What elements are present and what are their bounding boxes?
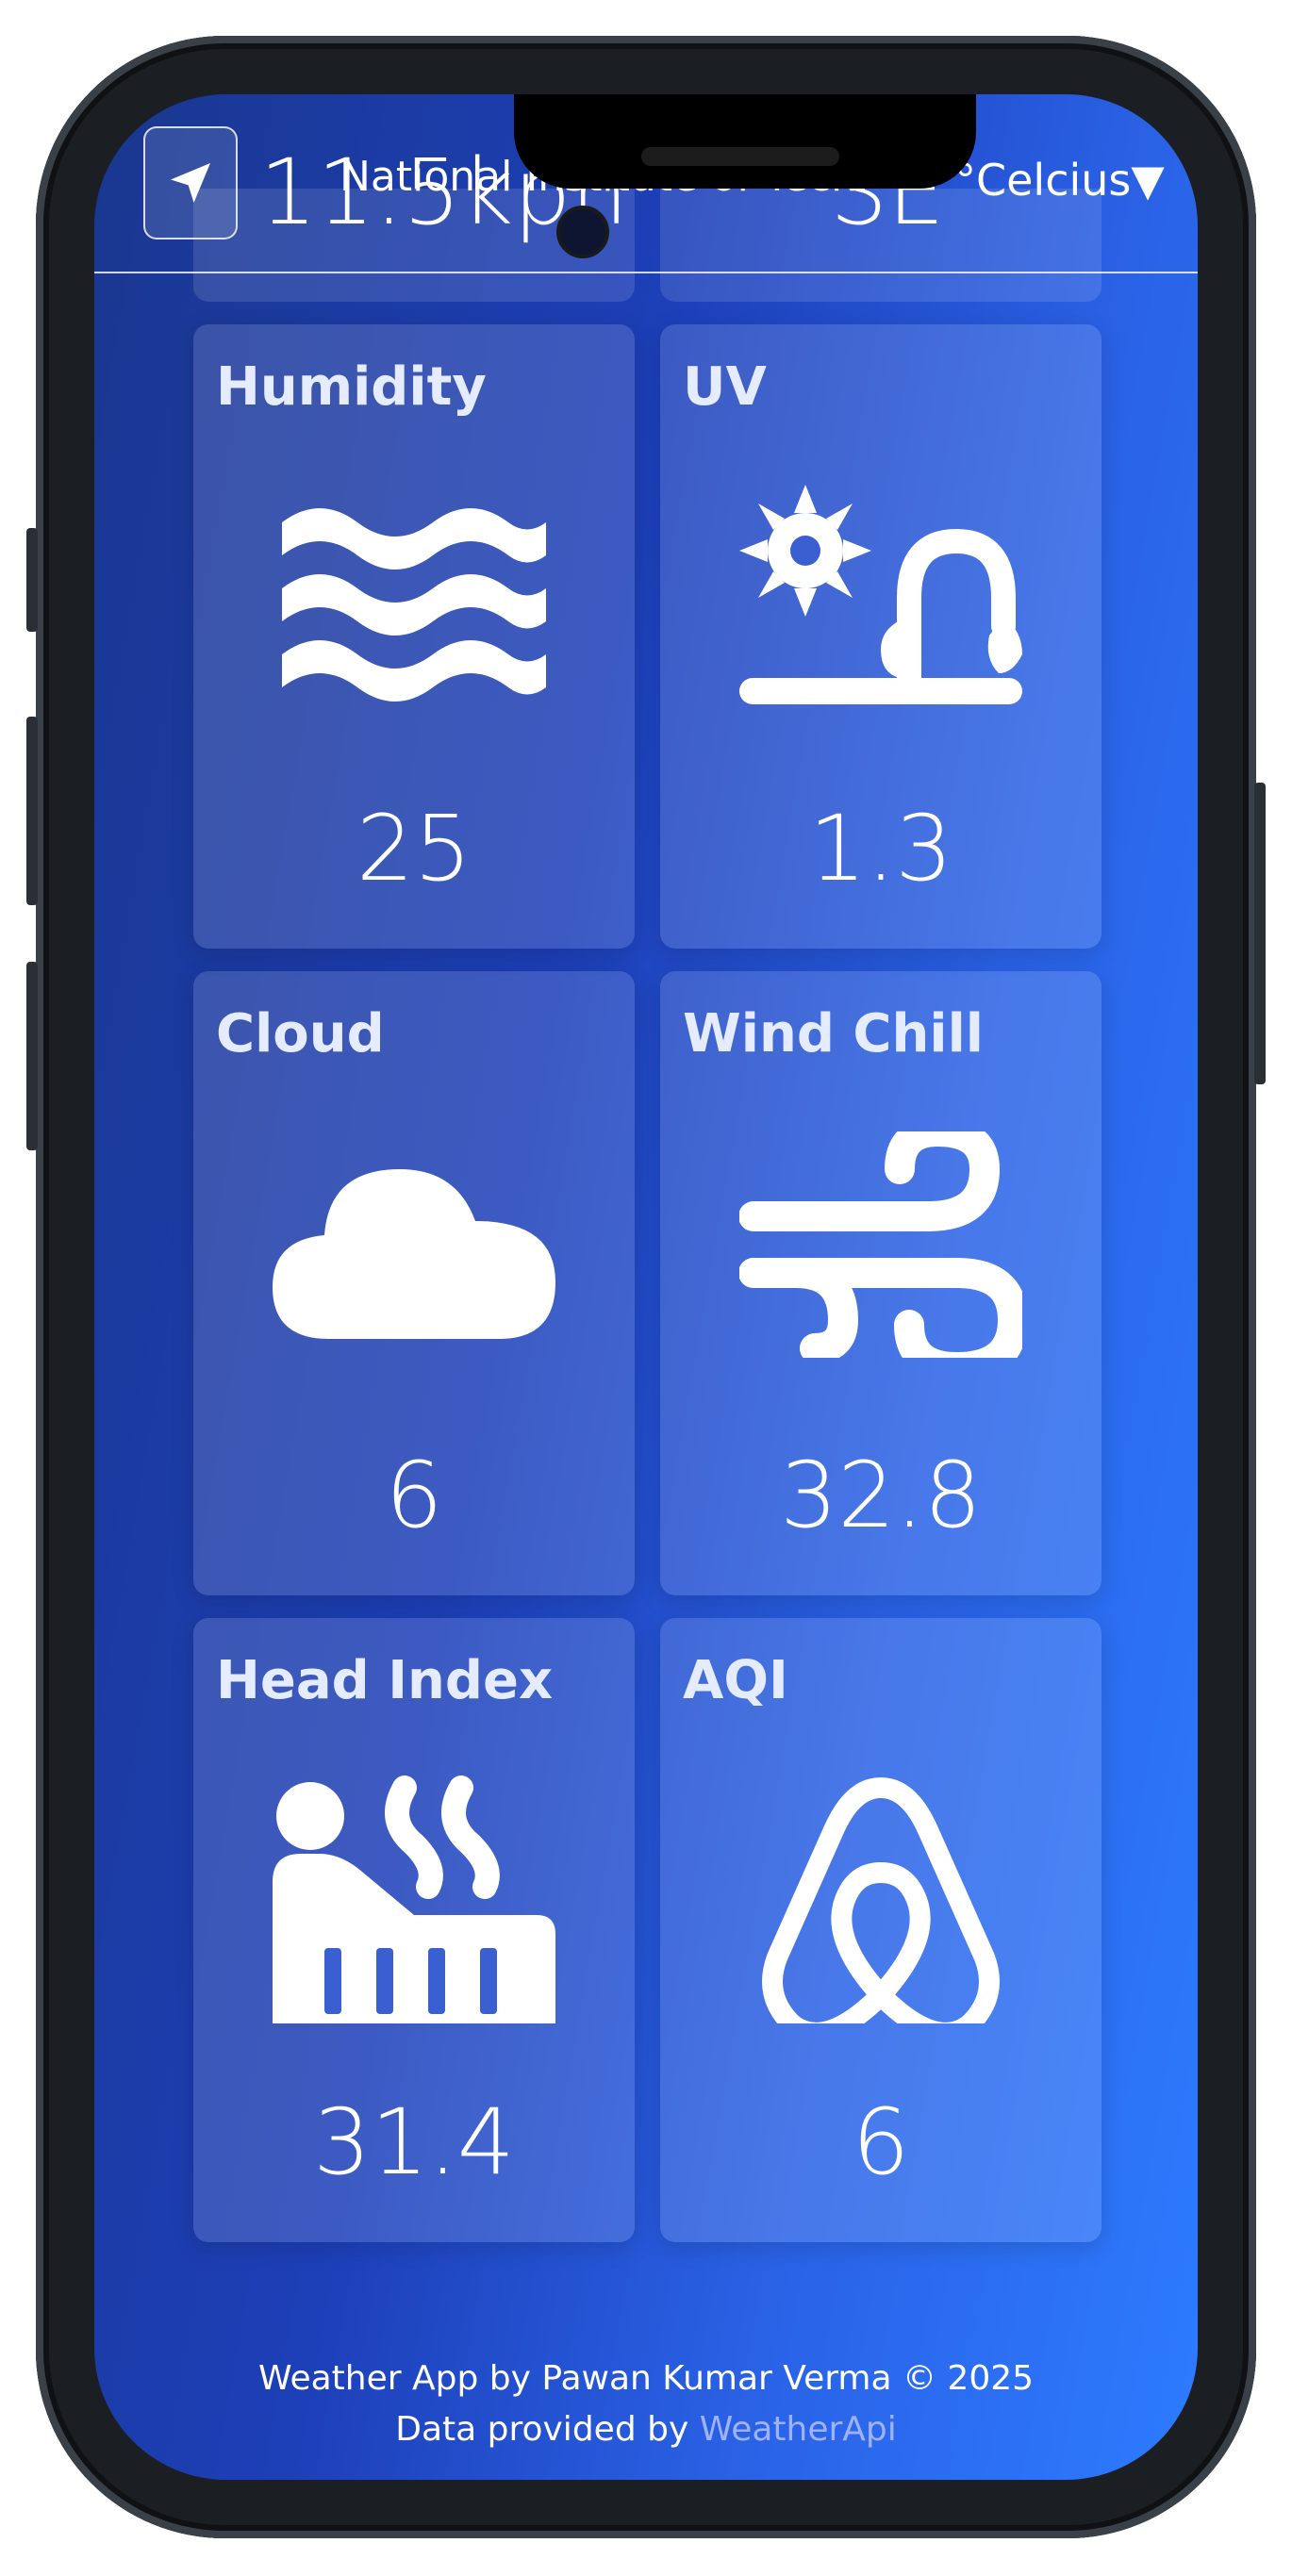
footer-data-prefix: Data provided by — [395, 2410, 700, 2449]
aqi-value: 6 — [852, 2089, 910, 2195]
footer-credit: Weather App by Pawan Kumar Verma © 2025 — [257, 2359, 1035, 2398]
cloud-icon — [273, 1169, 555, 1339]
aqi-card: AQI 6 — [660, 1618, 1102, 2242]
unit-select[interactable]: °Celcius▼ — [954, 155, 1165, 206]
front-camera — [556, 206, 609, 258]
card-title: Humidity — [216, 356, 487, 418]
sun-plant-icon — [739, 485, 1022, 704]
heat-index-value: 31.4 — [313, 2089, 515, 2195]
factory-heat-icon — [273, 1775, 555, 2023]
navigation-arrow-icon — [171, 163, 210, 203]
humidity-value: 25 — [356, 796, 472, 901]
card-title: UV — [683, 356, 767, 418]
app-screen: 11.5kph SE National Institute of Techr °… — [94, 94, 1198, 2480]
card-title: Cloud — [216, 1003, 385, 1065]
volume-up-button — [26, 717, 38, 905]
speaker — [641, 147, 839, 166]
cloud-value: 6 — [385, 1443, 443, 1548]
footer-data-source: Data provided by WeatherApi — [94, 2410, 1198, 2449]
card-title: AQI — [683, 1650, 788, 1711]
power-button — [1254, 783, 1266, 1084]
weatherapi-link[interactable]: WeatherApi — [700, 2410, 897, 2449]
silent-switch — [26, 528, 38, 632]
cloud-card: Cloud 6 — [193, 971, 635, 1595]
wind-chill-value: 32.8 — [780, 1443, 982, 1548]
notch — [514, 94, 976, 189]
location-button[interactable] — [143, 126, 238, 239]
uv-card: UV 1.3 — [660, 324, 1102, 949]
card-title: Head Index — [216, 1650, 554, 1711]
uv-value: 1.3 — [808, 796, 953, 901]
humidity-card: Humidity 25 — [193, 324, 635, 949]
airbnb-icon — [762, 1777, 1000, 2023]
volume-down-button — [26, 962, 38, 1150]
card-title: Wind Chill — [683, 1003, 984, 1065]
heat-index-card: Head Index 31.4 — [193, 1618, 635, 2242]
wind-icon — [739, 1131, 1022, 1358]
waves-icon — [282, 508, 546, 702]
wind-chill-card: Wind Chill 32.8 — [660, 971, 1102, 1595]
